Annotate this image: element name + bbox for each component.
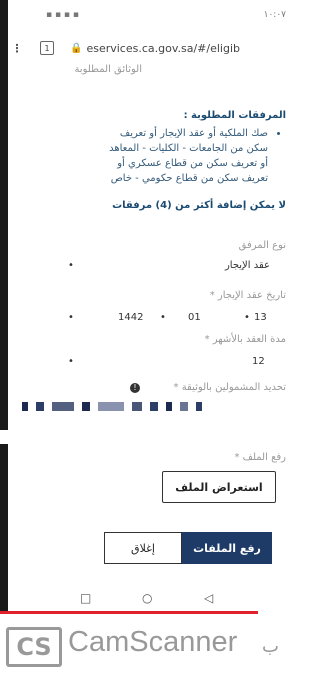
upload-files-button[interactable]: رفع الملفات (182, 532, 272, 564)
phone-screen: ▪ ▪ ▪ ▪ ١٠:٠٧ ⋮ 1 🔒 eservices.ca.gov.sa/… (8, 0, 292, 612)
tab-count-button[interactable]: 1 (40, 41, 54, 55)
camscanner-by: ب (262, 636, 279, 657)
android-nav-bar: □ ○ ◁ (8, 584, 292, 612)
home-icon[interactable]: ○ (142, 591, 152, 605)
status-icons: ▪ ▪ ▪ ▪ (46, 10, 79, 20)
browser-url-bar: ⋮ 1 🔒 eservices.ca.gov.sa/#/eligib (8, 34, 292, 62)
beneficiaries-masked[interactable] (22, 402, 202, 411)
lease-duration-select[interactable]: 12 (252, 356, 265, 367)
camscanner-name: CamScanner (68, 626, 238, 658)
recent-apps-icon[interactable]: □ (80, 591, 91, 605)
lease-month-select[interactable]: 01 (188, 312, 201, 323)
dropdown-arrow-icon[interactable]: • (244, 312, 250, 323)
section-heading: الوثائق المطلوبة (74, 64, 142, 75)
lease-date-label: تاريخ عقد الإيجار * (209, 290, 286, 301)
dropdown-arrow-icon[interactable]: • (160, 312, 166, 323)
close-button[interactable]: إغلاق (104, 532, 182, 564)
camscanner-logo-icon: CS (6, 627, 62, 667)
page-content: الوثائق المطلوبة المرفقات المطلوبة : صك … (8, 62, 292, 612)
camscanner-watermark: CS CamScanner ب (0, 614, 292, 683)
attachments-item-line: تعريف سكن من قطاع حكومي - خاص (110, 173, 268, 184)
dropdown-arrow-icon[interactable]: • (68, 356, 74, 367)
back-icon[interactable]: ◁ (204, 591, 213, 605)
attachments-item-line: سكن من الجامعات - الكليات - المعاهد (109, 143, 268, 154)
lease-year-select[interactable]: 1442 (118, 312, 143, 323)
attachment-type-select[interactable]: عقد الإيجار (225, 260, 270, 271)
beneficiaries-label: تحديد المشمولين بالوثيقة * (173, 382, 286, 393)
dropdown-arrow-icon[interactable]: • (68, 260, 74, 271)
attachments-item-line: أو تعريف سكن من قطاع عسكري أو (117, 158, 268, 169)
browse-file-button[interactable]: استعراض الملف (162, 471, 276, 503)
upload-file-label: رفع الملف * (234, 452, 286, 463)
info-icon[interactable]: ! (130, 383, 140, 393)
url-text[interactable]: eservices.ca.gov.sa/#/eligib (86, 42, 240, 55)
attachment-type-label: نوع المرفق (238, 240, 286, 251)
dropdown-arrow-icon[interactable]: • (68, 312, 74, 323)
lock-icon: 🔒 (70, 42, 83, 54)
menu-icon[interactable]: ⋮ (8, 42, 26, 55)
attachments-list: صك الملكية أو عقد الإيجار أو تعريف سكن م… (28, 126, 278, 186)
max-attachments-warning: لا يمكن إضافة أكثر من (4) مرفقات (112, 200, 286, 211)
status-bar: ▪ ▪ ▪ ▪ ١٠:٠٧ (8, 0, 292, 34)
scan-border (0, 0, 8, 683)
attachments-item-line: صك الملكية أو عقد الإيجار أو تعريف (28, 126, 268, 141)
attachments-title: المرفقات المطلوبة : (183, 110, 286, 121)
lease-day-select[interactable]: 13 (254, 312, 267, 323)
status-time: ١٠:٠٧ (263, 10, 286, 20)
lease-duration-label: مدة العقد بالأشهر * (204, 334, 286, 345)
